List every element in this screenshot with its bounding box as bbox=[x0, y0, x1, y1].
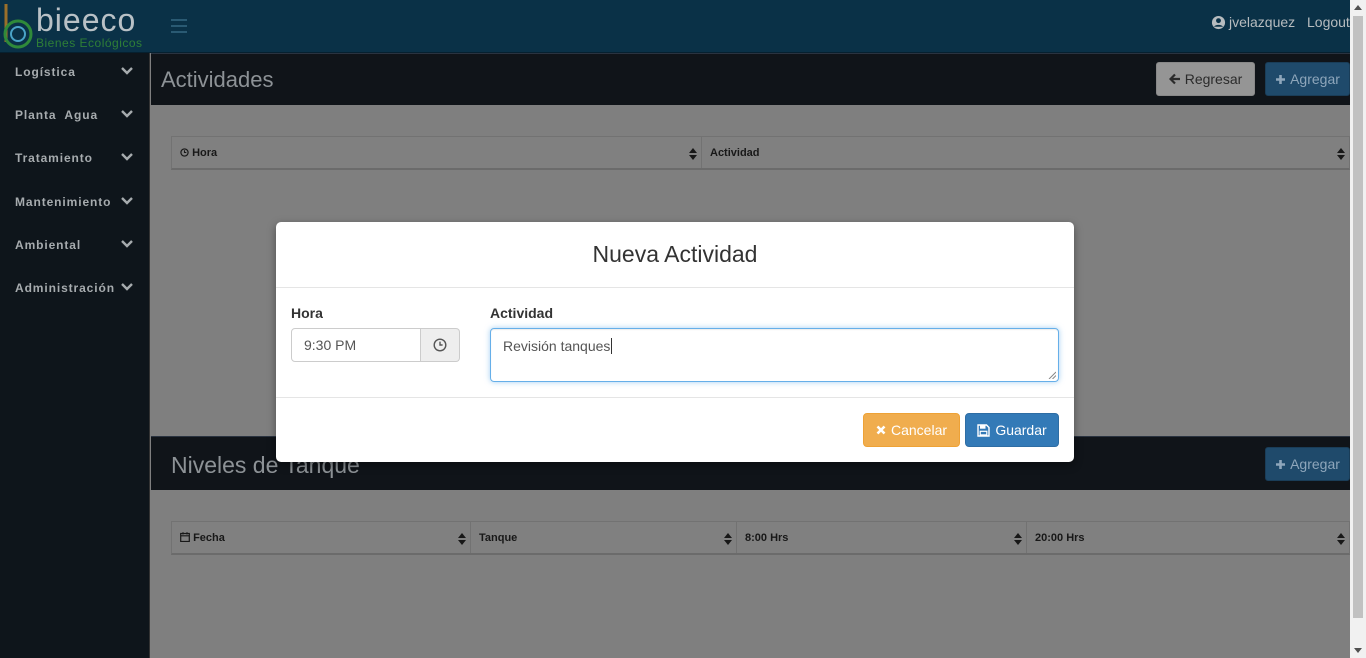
brand-tagline: Bienes Ecológicos bbox=[36, 36, 143, 50]
back-button[interactable]: Regresar bbox=[1156, 62, 1255, 96]
modal-footer-divider bbox=[276, 397, 1074, 398]
menu-toggle-icon[interactable] bbox=[171, 19, 187, 33]
actividad-label: Actividad bbox=[490, 305, 554, 321]
sidebar-item-label: Logística bbox=[15, 65, 76, 79]
logout-link[interactable]: Logout bbox=[1307, 14, 1350, 30]
plus-icon bbox=[1276, 74, 1286, 84]
add-level-button[interactable]: Agregar bbox=[1265, 447, 1350, 481]
scrollbar-thumb[interactable] bbox=[1353, 16, 1363, 618]
sidebar-item-label: Ambiental bbox=[15, 238, 82, 252]
sidebar-item-label: Mantenimiento bbox=[15, 195, 112, 209]
hora-label: Hora bbox=[291, 305, 323, 321]
username: jvelazquez bbox=[1229, 14, 1296, 30]
column-header-8hrs[interactable]: 8:00 Hrs bbox=[737, 522, 1027, 553]
column-header-actividad[interactable]: Actividad bbox=[702, 137, 1349, 168]
new-activity-modal: Nueva Actividad Hora 9:30 PM Actividad R… bbox=[276, 222, 1074, 462]
save-button[interactable]: Guardar bbox=[965, 413, 1059, 447]
sort-icon bbox=[689, 148, 697, 160]
hora-input[interactable]: 9:30 PM bbox=[291, 328, 421, 362]
sidebar-item-label: Planta Agua bbox=[15, 108, 99, 122]
sidebar-item-administracion[interactable]: Administración bbox=[0, 269, 150, 307]
actividades-panel-header: Actividades Regresar Agregar bbox=[151, 53, 1350, 105]
page-scrollbar[interactable] bbox=[1350, 0, 1366, 658]
actividades-table-header: Hora Actividad bbox=[171, 136, 1350, 170]
time-picker-toggle[interactable] bbox=[421, 328, 460, 362]
times-icon bbox=[876, 425, 886, 435]
clock-icon bbox=[433, 338, 447, 352]
actividad-value: Revisión tanques bbox=[503, 338, 611, 354]
sort-icon bbox=[1014, 533, 1022, 545]
sidebar: Logística Planta Agua Tratamiento Manten… bbox=[0, 53, 150, 658]
text-caret bbox=[611, 338, 613, 354]
chevron-down-icon bbox=[121, 67, 133, 75]
sidebar-item-label: Tratamiento bbox=[15, 151, 93, 165]
top-navbar: bieeco Bienes Ecológicos jvelazquez Logo… bbox=[0, 0, 1350, 53]
chevron-down-icon bbox=[121, 283, 133, 291]
brand-name: bieeco bbox=[36, 2, 137, 38]
sidebar-item-mantenimiento[interactable]: Mantenimiento bbox=[0, 183, 150, 221]
column-header-tanque[interactable]: Tanque bbox=[471, 522, 737, 553]
time-picker: 9:30 PM bbox=[291, 328, 460, 362]
sidebar-item-ambiental[interactable]: Ambiental bbox=[0, 226, 150, 264]
sidebar-item-label: Administración bbox=[15, 281, 115, 295]
sidebar-item-logistica[interactable]: Logística bbox=[0, 53, 150, 91]
column-header-fecha[interactable]: Fecha bbox=[172, 522, 471, 553]
scroll-down-icon[interactable] bbox=[1354, 646, 1362, 654]
cancel-button[interactable]: Cancelar bbox=[863, 413, 960, 447]
modal-header-divider bbox=[276, 287, 1074, 288]
plus-icon bbox=[1276, 459, 1286, 469]
actividad-textarea[interactable]: Revisión tanques bbox=[490, 328, 1059, 382]
chevron-down-icon bbox=[121, 240, 133, 248]
sort-icon bbox=[1337, 148, 1345, 160]
chevron-down-icon bbox=[121, 153, 133, 161]
sidebar-item-tratamiento[interactable]: Tratamiento bbox=[0, 139, 150, 177]
scroll-up-icon[interactable] bbox=[1354, 4, 1362, 12]
column-header-hora[interactable]: Hora bbox=[172, 137, 702, 168]
page-title: Actividades bbox=[161, 67, 274, 92]
logo-mark-icon bbox=[3, 4, 33, 49]
user-circle-icon bbox=[1211, 15, 1226, 29]
sidebar-item-planta-agua[interactable]: Planta Agua bbox=[0, 96, 150, 134]
niveles-table-header: Fecha Tanque 8:00 Hrs 20:00 Hrs bbox=[171, 521, 1350, 555]
sort-icon bbox=[458, 533, 466, 545]
save-icon bbox=[977, 423, 991, 437]
resize-handle-icon[interactable] bbox=[1048, 371, 1056, 379]
clock-icon bbox=[180, 148, 189, 157]
brand-logo[interactable]: bieeco Bienes Ecológicos bbox=[0, 2, 155, 50]
arrow-left-icon bbox=[1168, 73, 1180, 85]
calendar-icon bbox=[180, 532, 190, 543]
modal-title: Nueva Actividad bbox=[592, 241, 758, 267]
chevron-down-icon bbox=[121, 110, 133, 118]
chevron-down-icon bbox=[121, 197, 133, 205]
sort-icon bbox=[1337, 533, 1345, 545]
sort-icon bbox=[724, 533, 732, 545]
column-header-20hrs[interactable]: 20:00 Hrs bbox=[1027, 522, 1349, 553]
user-menu[interactable]: jvelazquez bbox=[1211, 14, 1295, 30]
add-activity-button[interactable]: Agregar bbox=[1265, 62, 1350, 96]
